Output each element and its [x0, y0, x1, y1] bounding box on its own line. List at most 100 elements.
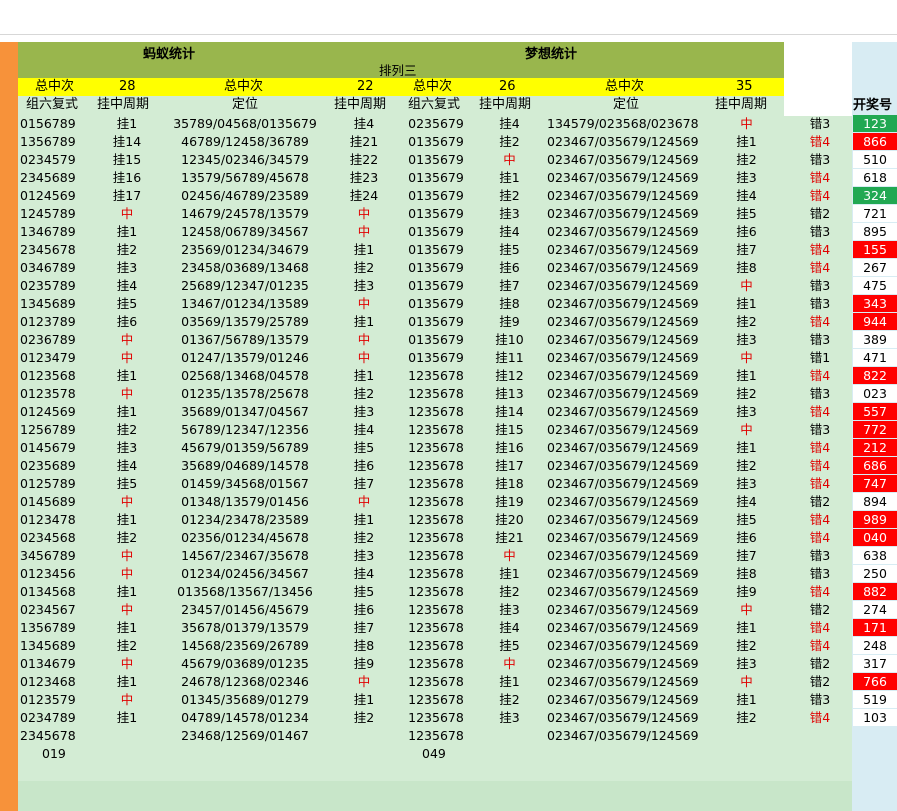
cell-dw-left: 35678/01379/13579: [181, 620, 309, 635]
cell-zu-right: 0135679: [408, 278, 464, 293]
draw-number: 866: [853, 133, 897, 150]
cell-gua-right-b: 挂3: [736, 332, 757, 347]
cell-gua-left-a: 中: [120, 566, 134, 581]
cell-gua-left-a: 挂1: [116, 674, 138, 689]
cell-dw-right: 023467/035679/124569: [547, 332, 699, 347]
cell-zu-left: 0123456: [20, 566, 76, 581]
cell-zu-right: 049: [422, 746, 446, 761]
left-b-count: 22: [357, 79, 374, 94]
cell-gua-left-a: 挂14: [112, 134, 142, 149]
cell-dw-right: 023467/035679/124569: [547, 260, 699, 275]
cell-gua-right-a: 挂20: [495, 512, 524, 527]
cell-zu-right: 1235678: [408, 710, 464, 725]
cell-gua-left-b: 挂1: [353, 368, 375, 383]
cell-zu-left: 0234568: [20, 530, 76, 545]
cell-err: 错3: [809, 278, 831, 293]
cell-gua-right-a: 挂10: [495, 332, 524, 347]
cell-gua-right-a: 中: [503, 152, 516, 167]
right-b-count: 35: [736, 79, 753, 94]
cell-zu-left: 1345689: [20, 296, 76, 311]
cell-gua-left-a: 挂16: [112, 170, 142, 185]
cell-err: 错4: [809, 242, 831, 257]
draw-number: 882: [853, 583, 897, 600]
cell-gua-left-a: 中: [120, 656, 134, 671]
cell-zu-left: 0156789: [20, 116, 76, 131]
cell-gua-right-b: 挂1: [736, 296, 757, 311]
cell-zu-left: 0234789: [20, 710, 76, 725]
cell-gua-right-a: 挂3: [499, 602, 520, 617]
cell-zu-left: 3456789: [20, 548, 76, 563]
cell-zu-left: 2345678: [20, 728, 76, 743]
cell-gua-right-b: 中: [740, 422, 753, 437]
total-label-1: 总中次: [35, 79, 75, 94]
draw-number: 274: [853, 601, 897, 618]
cell-gua-right-b: 中: [740, 602, 753, 617]
cell-gua-right-b: 挂7: [736, 242, 757, 257]
cell-dw-left: 04789/14578/01234: [181, 710, 309, 725]
cell-err: 错3: [809, 332, 831, 347]
draw-number: 822: [853, 367, 897, 384]
cell-zu-left: 2345689: [20, 170, 76, 185]
cell-err: 错3: [809, 386, 831, 401]
cell-gua-right-a: 挂4: [499, 620, 520, 635]
cell-gua-left-b: 中: [357, 224, 371, 239]
cell-dw-left: 01235/13578/25678: [181, 386, 309, 401]
cell-gua-left-a: 挂4: [116, 278, 138, 293]
cell-zu-right: 0135679: [408, 332, 464, 347]
draw-number: 510: [853, 151, 897, 168]
cell-dw-right: 023467/035679/124569: [547, 566, 699, 581]
cell-err: 错3: [809, 116, 831, 131]
draw-number: 772: [853, 421, 897, 438]
cell-gua-right-a: 挂2: [499, 134, 520, 149]
cell-gua-right-a: 挂9: [499, 314, 520, 329]
col-dw-right: 定位: [613, 97, 640, 112]
cell-dw-right: 023467/035679/124569: [547, 242, 699, 257]
cell-dw-left: 12345/02346/34579: [181, 152, 309, 167]
cell-gua-left-b: 挂3: [353, 278, 375, 293]
cell-gua-right-a: 挂3: [499, 206, 520, 221]
cell-dw-right: 023467/035679/124569: [547, 386, 699, 401]
cell-err: 错4: [809, 530, 831, 545]
cell-dw-left: 14679/24578/13579: [181, 206, 309, 221]
cell-dw-right: 023467/035679/124569: [547, 314, 699, 329]
cell-gua-left-a: 挂2: [116, 530, 138, 545]
cell-err: 错4: [809, 134, 831, 149]
cell-zu-left: 0145679: [20, 440, 76, 455]
cell-err: 错3: [809, 692, 831, 707]
cell-zu-right: 1235678: [408, 494, 464, 509]
cell-gua-right-b: 挂1: [736, 620, 757, 635]
cell-zu-left: 0123478: [20, 512, 76, 527]
cell-gua-left-a: 挂1: [116, 584, 138, 599]
cell-gua-left-a: 挂5: [116, 296, 138, 311]
cell-zu-left: 0235689: [20, 458, 76, 473]
cell-gua-left-a: 中: [120, 350, 134, 365]
cell-gua-left-b: 挂2: [353, 260, 375, 275]
cell-gua-left-b: 中: [357, 674, 371, 689]
cell-gua-left-a: 挂2: [116, 638, 138, 653]
cell-err: 错4: [809, 584, 831, 599]
cell-zu-right: 0235679: [408, 116, 464, 131]
right-title: 梦想统计: [525, 47, 578, 62]
cell-dw-right: 023467/035679/124569: [547, 368, 699, 383]
cell-zu-left: 0123789: [20, 314, 76, 329]
cell-gua-right-b: 挂2: [736, 386, 757, 401]
draw-number: 324: [853, 187, 897, 204]
cell-gua-right-b: 挂2: [736, 638, 757, 653]
draw-number: 557: [853, 403, 897, 420]
cell-gua-right-b: 挂5: [736, 206, 757, 221]
cell-zu-right: 1235678: [408, 620, 464, 635]
cell-err: 错4: [809, 638, 831, 653]
draw-number: 103: [853, 709, 897, 726]
cell-zu-left: 0123579: [20, 692, 76, 707]
cell-gua-right-a: 挂4: [499, 224, 520, 239]
cell-dw-right: 023467/035679/124569: [547, 656, 699, 671]
cell-err: 错3: [809, 566, 831, 581]
cell-zu-right: 0135679: [408, 260, 464, 275]
draw-number: 944: [853, 313, 897, 330]
cell-zu-right: 1235678: [408, 602, 464, 617]
cell-err: 错4: [809, 188, 831, 203]
cell-dw-left: 13579/56789/45678: [181, 170, 309, 185]
cell-gua-left-b: 挂4: [353, 422, 375, 437]
cell-gua-right-a: 挂3: [499, 710, 520, 725]
draw-number: 895: [853, 223, 897, 240]
